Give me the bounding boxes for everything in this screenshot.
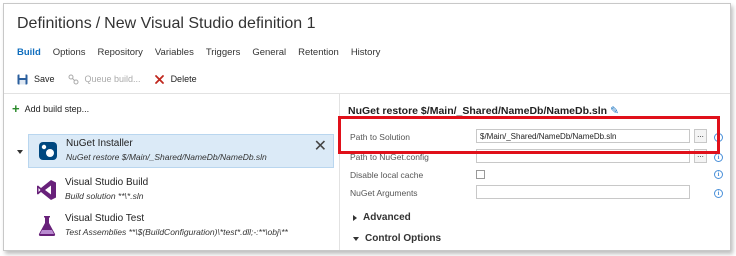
build-definition-window: Definitions / New Visual Studio definition… [3, 3, 731, 251]
control-options-section-label: Control Options [365, 233, 442, 244]
save-button[interactable]: Save [17, 74, 55, 85]
info-icon[interactable]: i [714, 170, 723, 179]
queue-build-button[interactable]: Queue build... [68, 74, 141, 85]
plus-icon: + [12, 101, 20, 116]
nuget-arguments-label: NuGet Arguments [350, 188, 418, 198]
tab-variables[interactable]: Variables [155, 47, 194, 61]
tab-build[interactable]: Build [17, 47, 41, 61]
remove-step-close-icon[interactable]: ✕ [314, 139, 327, 155]
disable-local-cache-label: Disable local cache [350, 170, 424, 180]
save-label: Save [34, 74, 55, 84]
queue-build-icon [68, 74, 79, 85]
delete-icon [154, 74, 165, 85]
build-step-description: Build solution **\*.sln [65, 191, 144, 201]
definition-name: New Visual Studio definition 1 [104, 15, 316, 32]
build-step-name: Visual Studio Test [65, 213, 145, 224]
collapse-arrow-icon [353, 236, 359, 241]
save-icon [17, 74, 28, 85]
expand-arrow-icon [353, 214, 357, 221]
advanced-section-toggle[interactable]: Advanced [353, 212, 411, 223]
add-build-step-button[interactable]: + Add build step... [12, 101, 90, 116]
build-step-name: NuGet Installer [66, 138, 133, 149]
tab-general[interactable]: General [252, 47, 286, 61]
disable-local-cache-checkbox[interactable] [476, 170, 485, 179]
build-step-description: NuGet restore $/Main/_Shared/NameDb/Name… [66, 152, 267, 162]
nuget-arguments-input[interactable] [476, 185, 690, 199]
highlight-annotation [338, 116, 720, 154]
delete-label: Delete [170, 74, 197, 84]
tab-history[interactable]: History [351, 47, 381, 61]
tab-options[interactable]: Options [53, 47, 86, 61]
build-step-name: Visual Studio Build [65, 177, 149, 188]
tab-repository[interactable]: Repository [98, 47, 143, 61]
toolbar: Save Queue build... Delete [17, 71, 210, 87]
control-options-section-toggle[interactable]: Control Options [353, 233, 441, 244]
queue-build-label: Queue build... [84, 74, 141, 84]
definition-tabs: Build Options Repository Variables Trigg… [17, 47, 392, 61]
nuget-icon [37, 139, 59, 163]
flask-icon [36, 214, 58, 238]
visual-studio-icon [36, 178, 58, 202]
page-title: Definitions / New Visual Studio definition… [17, 15, 316, 33]
info-icon[interactable]: i [714, 189, 723, 198]
tab-retention[interactable]: Retention [298, 47, 339, 61]
toolbar-divider [4, 93, 730, 94]
build-step-visual-studio-build[interactable]: Visual Studio Build Build solution **\*.… [28, 174, 334, 208]
delete-button[interactable]: Delete [154, 74, 197, 85]
advanced-section-label: Advanced [363, 212, 411, 223]
build-step-nuget-installer[interactable]: NuGet Installer NuGet restore $/Main/_Sh… [28, 134, 334, 168]
info-icon[interactable]: i [714, 153, 723, 162]
collapse-arrow-icon[interactable] [17, 150, 23, 154]
breadcrumb-separator: / [95, 15, 101, 32]
add-build-step-label: Add build step... [24, 104, 90, 114]
tab-triggers[interactable]: Triggers [206, 47, 241, 61]
build-step-description: Test Assemblies **\$(BuildConfiguration)… [65, 227, 288, 237]
build-step-visual-studio-test[interactable]: Visual Studio Test Test Assemblies **\$(… [28, 210, 334, 244]
breadcrumb-root[interactable]: Definitions [17, 15, 92, 32]
